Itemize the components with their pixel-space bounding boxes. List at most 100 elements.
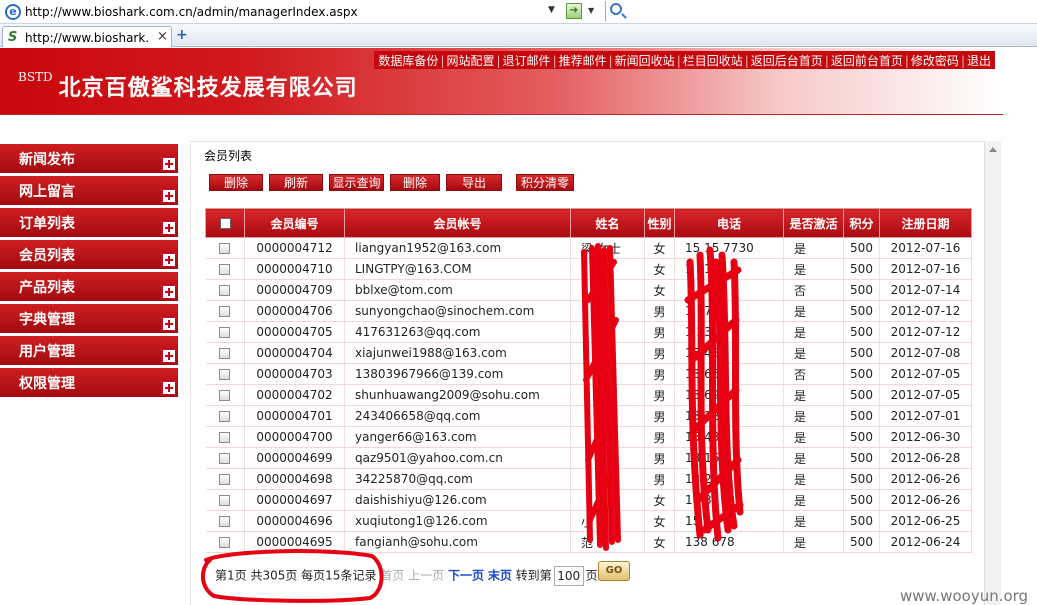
- checkbox-icon[interactable]: [219, 369, 231, 380]
- checkbox-icon[interactable]: [219, 306, 231, 317]
- table-row[interactable]: 0000004705 417631263@qq.com 男 1 23 是 500 2012-…: [205, 321, 972, 343]
- table-row[interactable]: 0000004704 xiajunwei1988@163.com 男 15 48 是 50…: [205, 342, 972, 364]
- table-row[interactable]: 0000004710 LINGTPY@163.COM 女 1 8103 是 500 2012…: [205, 258, 972, 280]
- checkbox-icon[interactable]: [219, 243, 231, 254]
- reset-points-button[interactable]: 积分清零: [516, 174, 574, 191]
- row-checkbox[interactable]: [205, 342, 245, 364]
- top-link-logout[interactable]: 退出: [967, 54, 991, 68]
- member-active-cell: 是: [783, 300, 844, 322]
- member-id-cell: 0000004697: [244, 489, 345, 511]
- row-checkbox[interactable]: [205, 531, 245, 553]
- top-link-db-backup[interactable]: 数据库备份: [378, 54, 438, 68]
- tab-close-icon[interactable]: ×: [157, 29, 168, 44]
- last-page-link[interactable]: 末页: [488, 569, 512, 583]
- select-all-checkbox[interactable]: [205, 208, 245, 238]
- row-checkbox[interactable]: [205, 258, 245, 280]
- plus-icon[interactable]: [162, 381, 176, 395]
- table-row[interactable]: 0000004701 243406658@qq.com 男 13 22 是 500 2012…: [205, 405, 972, 427]
- table-row[interactable]: 0000004698 34225870@qq.com 男 13 21 是 500 2012-…: [205, 468, 972, 490]
- checkbox-icon[interactable]: [219, 327, 231, 338]
- row-checkbox[interactable]: [205, 489, 245, 511]
- show-query-button[interactable]: 显示查询: [329, 174, 384, 191]
- row-checkbox[interactable]: [205, 510, 245, 532]
- top-link-front-home[interactable]: 返回前台首页: [831, 54, 903, 68]
- new-tab-button[interactable]: +: [176, 27, 188, 43]
- top-link-site-config[interactable]: 网站配置: [446, 54, 494, 68]
- table-row[interactable]: 0000004695 fangianh@sohu.com 范女 138 678 是 500…: [205, 531, 972, 553]
- checkbox-icon[interactable]: [219, 264, 231, 275]
- table-row[interactable]: 0000004697 daishishiyu@126.com 女 18 33 是 500 2…: [205, 489, 972, 511]
- browser-tab[interactable]: S http://www.bioshark. ×: [2, 26, 172, 47]
- row-checkbox[interactable]: [205, 426, 245, 448]
- checkbox-icon[interactable]: [219, 218, 231, 229]
- checkbox-icon[interactable]: [219, 411, 231, 422]
- plus-icon[interactable]: [162, 349, 176, 363]
- top-link-recommend-mail[interactable]: 推荐邮件: [559, 54, 607, 68]
- sidebar-item-permissions[interactable]: 权限管理: [0, 368, 178, 397]
- plus-icon[interactable]: [162, 285, 176, 299]
- refresh-button[interactable]: 刷新: [269, 174, 323, 191]
- delete-button-2[interactable]: 删除: [390, 174, 440, 191]
- row-checkbox[interactable]: [205, 321, 245, 343]
- go-arrow-icon[interactable]: ➔: [566, 3, 582, 19]
- plus-icon[interactable]: [162, 157, 176, 171]
- member-active-cell: 是: [783, 384, 844, 406]
- table-row[interactable]: 0000004702 shunhuawang2009@sohu.com 男 13 69…: [205, 384, 972, 406]
- table-row[interactable]: 0000004709 bblxe@tom.com 女 否 500 2012-07-14: [205, 279, 972, 301]
- row-checkbox[interactable]: [205, 300, 245, 322]
- search-input[interactable]: [605, 1, 1037, 22]
- scroll-up-icon[interactable]: [989, 147, 997, 152]
- sidebar-item-users[interactable]: 用户管理: [0, 336, 178, 365]
- checkbox-icon[interactable]: [219, 495, 231, 506]
- plus-icon[interactable]: [162, 189, 176, 203]
- row-checkbox[interactable]: [205, 405, 245, 427]
- checkbox-icon[interactable]: [219, 474, 231, 485]
- sidebar-item-products[interactable]: 产品列表: [0, 272, 178, 301]
- plus-icon[interactable]: [162, 253, 176, 267]
- plus-icon[interactable]: [162, 221, 176, 235]
- scrollbar[interactable]: [984, 141, 1001, 605]
- table-row[interactable]: 0000004696 xuqiutong1@126.com 小女 15 67 是 500 2…: [205, 510, 972, 532]
- row-checkbox[interactable]: [205, 237, 245, 259]
- sidebar-item-members[interactable]: 会员列表: [0, 240, 178, 269]
- table-row[interactable]: 0000004706 sunyongchao@sinochem.com 男 1 77 是…: [205, 300, 972, 322]
- row-checkbox[interactable]: [205, 384, 245, 406]
- go-dropdown-icon[interactable]: ▼: [588, 6, 594, 15]
- top-link-unsubscribe-mail[interactable]: 退订邮件: [503, 54, 551, 68]
- row-checkbox[interactable]: [205, 363, 245, 385]
- address-dropdown-icon[interactable]: ▼: [548, 5, 555, 15]
- top-link-column-recycle[interactable]: 栏目回收站: [683, 54, 743, 68]
- row-checkbox[interactable]: [205, 447, 245, 469]
- sidebar-item-messages[interactable]: 网上留言: [0, 176, 178, 205]
- table-row[interactable]: 0000004700 yanger66@163.com 男 15 48 是 500 2012…: [205, 426, 972, 448]
- table-row[interactable]: 0000004712 liangyan1952@163.com 梁 女士女 15 15…: [205, 237, 972, 259]
- checkbox-icon[interactable]: [219, 453, 231, 464]
- member-gender-cell: 女: [644, 531, 675, 553]
- top-link-news-recycle[interactable]: 新闻回收站: [615, 54, 675, 68]
- top-link-change-password[interactable]: 修改密码: [911, 54, 959, 68]
- checkbox-icon[interactable]: [219, 285, 231, 296]
- checkbox-icon[interactable]: [219, 348, 231, 359]
- page-number-input[interactable]: 100: [553, 566, 584, 586]
- checkbox-icon[interactable]: [219, 516, 231, 527]
- table-row[interactable]: 0000004703 13803967966@139.com 男 13 66 否 500 2…: [205, 363, 972, 385]
- next-page-link[interactable]: 下一页: [448, 569, 484, 583]
- member-phone-cell: 15 15 7730: [674, 237, 784, 259]
- table-row[interactable]: 0000004699 qaz9501@yahoo.com.cn 男 18 16 是 500…: [205, 447, 972, 469]
- go-button[interactable]: GO: [598, 561, 630, 581]
- checkbox-icon[interactable]: [219, 390, 231, 401]
- row-checkbox[interactable]: [205, 279, 245, 301]
- address-url[interactable]: http://www.bioshark.com.cn/admin/manager…: [25, 5, 358, 19]
- top-link-admin-home[interactable]: 返回后台首页: [751, 54, 823, 68]
- checkbox-icon[interactable]: [219, 537, 231, 548]
- sidebar-item-news[interactable]: 新闻发布: [0, 144, 178, 173]
- delete-button[interactable]: 删除: [209, 174, 263, 191]
- checkbox-icon[interactable]: [219, 432, 231, 443]
- sidebar-item-dictionary[interactable]: 字典管理: [0, 304, 178, 333]
- first-page-link[interactable]: 首页: [380, 569, 404, 583]
- export-button[interactable]: 导出: [446, 174, 502, 191]
- row-checkbox[interactable]: [205, 468, 245, 490]
- sidebar-item-orders[interactable]: 订单列表: [0, 208, 178, 237]
- prev-page-link[interactable]: 上一页: [408, 569, 444, 583]
- plus-icon[interactable]: [162, 317, 176, 331]
